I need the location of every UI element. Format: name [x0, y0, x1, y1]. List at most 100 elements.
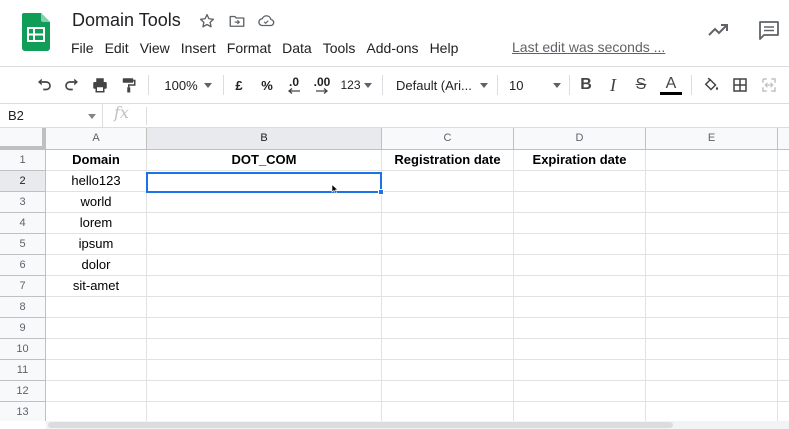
- cell-d4[interactable]: [514, 213, 646, 234]
- cell-d10[interactable]: [514, 339, 646, 360]
- cell-a1[interactable]: Domain: [46, 150, 147, 171]
- text-color-button[interactable]: A: [659, 73, 683, 97]
- column-header-c[interactable]: C: [382, 128, 514, 150]
- cell-c13[interactable]: [382, 402, 514, 421]
- cell-e1[interactable]: [646, 150, 778, 171]
- cell-e3[interactable]: [646, 192, 778, 213]
- cloud-saved-icon[interactable]: [257, 12, 275, 30]
- borders-button[interactable]: [729, 73, 751, 97]
- cell-b12[interactable]: [147, 381, 382, 402]
- cell-a5[interactable]: ipsum: [46, 234, 147, 255]
- menu-data[interactable]: Data: [282, 40, 312, 56]
- cell-c6[interactable]: [382, 255, 514, 276]
- menu-add-ons[interactable]: Add-ons: [366, 40, 418, 56]
- row-header-7[interactable]: 7: [0, 276, 46, 297]
- increase-decimals-button[interactable]: .00: [311, 73, 333, 97]
- move-to-folder-icon[interactable]: [228, 12, 246, 30]
- row-header-5[interactable]: 5: [0, 234, 46, 255]
- menu-edit[interactable]: Edit: [105, 40, 129, 56]
- star-icon[interactable]: [198, 12, 216, 30]
- paint-format-button[interactable]: [117, 73, 139, 97]
- column-header-d[interactable]: D: [514, 128, 646, 150]
- fill-color-button[interactable]: [700, 73, 722, 97]
- cell-d3[interactable]: [514, 192, 646, 213]
- cell-b9[interactable]: [147, 318, 382, 339]
- comment-icon[interactable]: [757, 18, 781, 42]
- row-header-9[interactable]: 9: [0, 318, 46, 339]
- menu-view[interactable]: View: [140, 40, 170, 56]
- cell-partial[interactable]: [778, 360, 789, 381]
- trending-up-icon[interactable]: [706, 18, 730, 42]
- cell-e2[interactable]: [646, 171, 778, 192]
- menu-tools[interactable]: Tools: [323, 40, 356, 56]
- cell-b13[interactable]: [147, 402, 382, 421]
- cell-d9[interactable]: [514, 318, 646, 339]
- cell-partial[interactable]: [778, 171, 789, 192]
- more-formats-button[interactable]: 123: [339, 73, 373, 97]
- print-button[interactable]: [89, 73, 111, 97]
- google-sheets-logo-icon[interactable]: [22, 13, 50, 51]
- strikethrough-button[interactable]: S: [632, 73, 650, 97]
- column-header-a[interactable]: A: [46, 128, 147, 150]
- cell-partial[interactable]: [778, 318, 789, 339]
- cell-c5[interactable]: [382, 234, 514, 255]
- cell-d12[interactable]: [514, 381, 646, 402]
- fill-handle[interactable]: [378, 189, 384, 195]
- row-header-10[interactable]: 10: [0, 339, 46, 360]
- cell-b10[interactable]: [147, 339, 382, 360]
- menu-format[interactable]: Format: [227, 40, 271, 56]
- column-header-partial[interactable]: [778, 128, 789, 150]
- cell-b6[interactable]: [147, 255, 382, 276]
- cell-b11[interactable]: [147, 360, 382, 381]
- font-family-select[interactable]: Default (Ari...: [396, 73, 488, 97]
- cell-a13[interactable]: [46, 402, 147, 421]
- cell-c1[interactable]: Registration date: [382, 150, 514, 171]
- cell-b5[interactable]: [147, 234, 382, 255]
- cell-e4[interactable]: [646, 213, 778, 234]
- cell-partial[interactable]: [778, 402, 789, 421]
- format-percent-button[interactable]: %: [257, 73, 277, 97]
- row-header-1[interactable]: 1: [0, 150, 46, 171]
- row-header-13[interactable]: 13: [0, 402, 46, 421]
- row-header-12[interactable]: 12: [0, 381, 46, 402]
- cell-partial[interactable]: [778, 192, 789, 213]
- cell-c2[interactable]: [382, 171, 514, 192]
- cell-b4[interactable]: [147, 213, 382, 234]
- font-size-select[interactable]: 10: [509, 73, 561, 97]
- cell-partial[interactable]: [778, 255, 789, 276]
- cell-partial[interactable]: [778, 213, 789, 234]
- cell-partial[interactable]: [778, 150, 789, 171]
- undo-button[interactable]: [33, 73, 55, 97]
- cell-e8[interactable]: [646, 297, 778, 318]
- menu-help[interactable]: Help: [430, 40, 459, 56]
- cell-partial[interactable]: [778, 297, 789, 318]
- cell-e13[interactable]: [646, 402, 778, 421]
- cell-a10[interactable]: [46, 339, 147, 360]
- cell-c10[interactable]: [382, 339, 514, 360]
- cell-d11[interactable]: [514, 360, 646, 381]
- cell-partial[interactable]: [778, 381, 789, 402]
- decrease-decimals-button[interactable]: .0: [284, 73, 304, 97]
- cell-a9[interactable]: [46, 318, 147, 339]
- selected-cell-outline[interactable]: [146, 172, 382, 193]
- cell-c12[interactable]: [382, 381, 514, 402]
- row-header-3[interactable]: 3: [0, 192, 46, 213]
- cell-c7[interactable]: [382, 276, 514, 297]
- cell-e11[interactable]: [646, 360, 778, 381]
- cell-a12[interactable]: [46, 381, 147, 402]
- cell-d7[interactable]: [514, 276, 646, 297]
- cell-a11[interactable]: [46, 360, 147, 381]
- cell-d6[interactable]: [514, 255, 646, 276]
- menu-file[interactable]: File: [71, 40, 94, 56]
- formula-input[interactable]: [152, 108, 772, 126]
- menu-insert[interactable]: Insert: [181, 40, 216, 56]
- name-box[interactable]: B2: [0, 104, 103, 128]
- cell-d5[interactable]: [514, 234, 646, 255]
- cell-b8[interactable]: [147, 297, 382, 318]
- cell-a4[interactable]: lorem: [46, 213, 147, 234]
- bold-button[interactable]: B: [577, 73, 595, 97]
- cell-b1[interactable]: DOT_COM: [147, 150, 382, 171]
- cell-c11[interactable]: [382, 360, 514, 381]
- row-header-11[interactable]: 11: [0, 360, 46, 381]
- cell-d13[interactable]: [514, 402, 646, 421]
